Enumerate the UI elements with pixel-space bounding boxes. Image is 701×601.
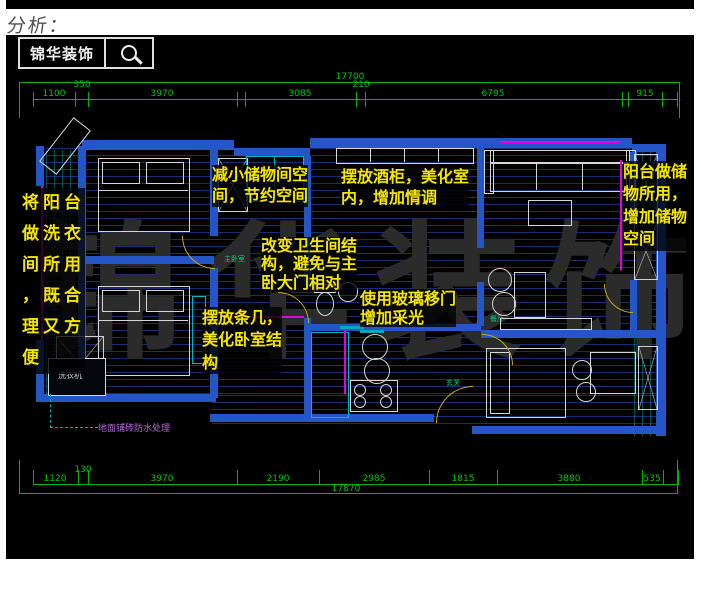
room-label-dining: 餐厅	[490, 314, 504, 324]
window-glazing	[500, 141, 620, 143]
sofa-cushion-line	[582, 162, 583, 190]
dim-label: 2985	[363, 474, 386, 484]
annotation-sidetable: 摆放条几， 美化卧室结 构	[202, 307, 282, 374]
pillow	[102, 162, 140, 184]
cad-canvas[interactable]: 锦华装饰	[6, 0, 694, 559]
dim-label: 210	[352, 80, 369, 90]
dining-chair	[488, 268, 512, 292]
dining-table	[514, 272, 546, 318]
dim-label: 535	[643, 474, 660, 484]
burner	[380, 396, 392, 408]
dim-label: 130	[74, 465, 91, 475]
logo-icon-cell	[106, 39, 152, 67]
dim-line-overall-top	[19, 82, 680, 83]
wall	[477, 282, 484, 326]
desk-chair	[576, 382, 596, 402]
burner	[354, 384, 366, 396]
burner	[380, 384, 392, 396]
analysis-bar: 分析：	[0, 9, 701, 35]
blanket-line	[98, 190, 188, 191]
cabinet-divider	[370, 148, 371, 162]
dim-label: 3085	[289, 89, 312, 99]
wall	[472, 426, 662, 434]
screenshot-stage: 锦华装饰	[0, 0, 701, 601]
wall	[477, 148, 484, 248]
dim-label: 1815	[452, 474, 475, 484]
dim-label: 350	[73, 80, 90, 90]
dim-label: 3970	[151, 89, 174, 99]
pillow	[146, 290, 184, 312]
magnifier-icon	[121, 45, 137, 61]
analysis-label: 分析：	[5, 11, 72, 38]
dim-label: 6795	[482, 89, 505, 99]
sofa-seat	[490, 162, 630, 192]
leader-line	[50, 394, 52, 428]
floor-hatch-lower	[212, 395, 660, 428]
coffee-table	[528, 200, 572, 226]
annotation-glassdoor: 使用玻璃移门 增加采光	[360, 289, 456, 327]
annotation-bathroom: 改变卫生间结 构，避免与主 卧大门相对	[261, 237, 357, 292]
wall	[310, 138, 632, 148]
sofa-cushion-line	[536, 162, 537, 190]
dim-label: 3970	[151, 474, 174, 484]
annotation-balcony-storage: 阳台做储 物所用， 增加储物 空间	[623, 161, 687, 251]
leader-line	[50, 427, 98, 429]
room-label-entry: 玄关	[446, 378, 460, 388]
wardrobe	[638, 346, 658, 410]
window-glazing	[620, 160, 622, 270]
wall	[234, 148, 310, 156]
pillow	[146, 162, 184, 184]
dim-label: 1120	[44, 474, 67, 484]
floor-note: 地面铺砖防水处理	[98, 421, 170, 434]
logo-text: 锦华装饰	[20, 39, 106, 67]
sofa-armrest	[484, 150, 494, 194]
wall	[36, 146, 44, 186]
sink-bowl	[362, 334, 388, 360]
cabinet-divider	[404, 148, 405, 162]
wine-cabinet	[336, 148, 474, 164]
dim-label: 17870	[332, 484, 361, 494]
blanket-line	[98, 320, 188, 321]
dim-label: 1100	[43, 89, 66, 99]
dim-label: 915	[636, 89, 653, 99]
wall	[304, 318, 311, 418]
annotation-wine: 摆放酒柜，美化室 内，增加情调	[341, 167, 469, 209]
dim-label: 2190	[267, 474, 290, 484]
logo-badge: 锦华装饰	[18, 37, 154, 69]
window-glazing	[344, 330, 346, 394]
dim-line-top	[33, 99, 677, 100]
tv-cabinet	[500, 318, 592, 330]
dining-chair	[492, 292, 516, 316]
burner	[354, 396, 366, 408]
annotation-laundry: 将阳台 做洗衣 间所用 ，既合 理又方 便	[22, 188, 85, 374]
annotation-storage: 减小储物间空 间，节约空间	[212, 165, 308, 207]
desk	[590, 352, 636, 394]
toilet	[316, 292, 334, 316]
sliding-door-panel	[360, 330, 384, 333]
dim-label: 3880	[558, 474, 581, 484]
cabinet-divider	[438, 148, 439, 162]
room-label-master: 主卧室	[224, 254, 245, 264]
pillow	[102, 290, 140, 312]
desk-chair	[572, 360, 592, 380]
